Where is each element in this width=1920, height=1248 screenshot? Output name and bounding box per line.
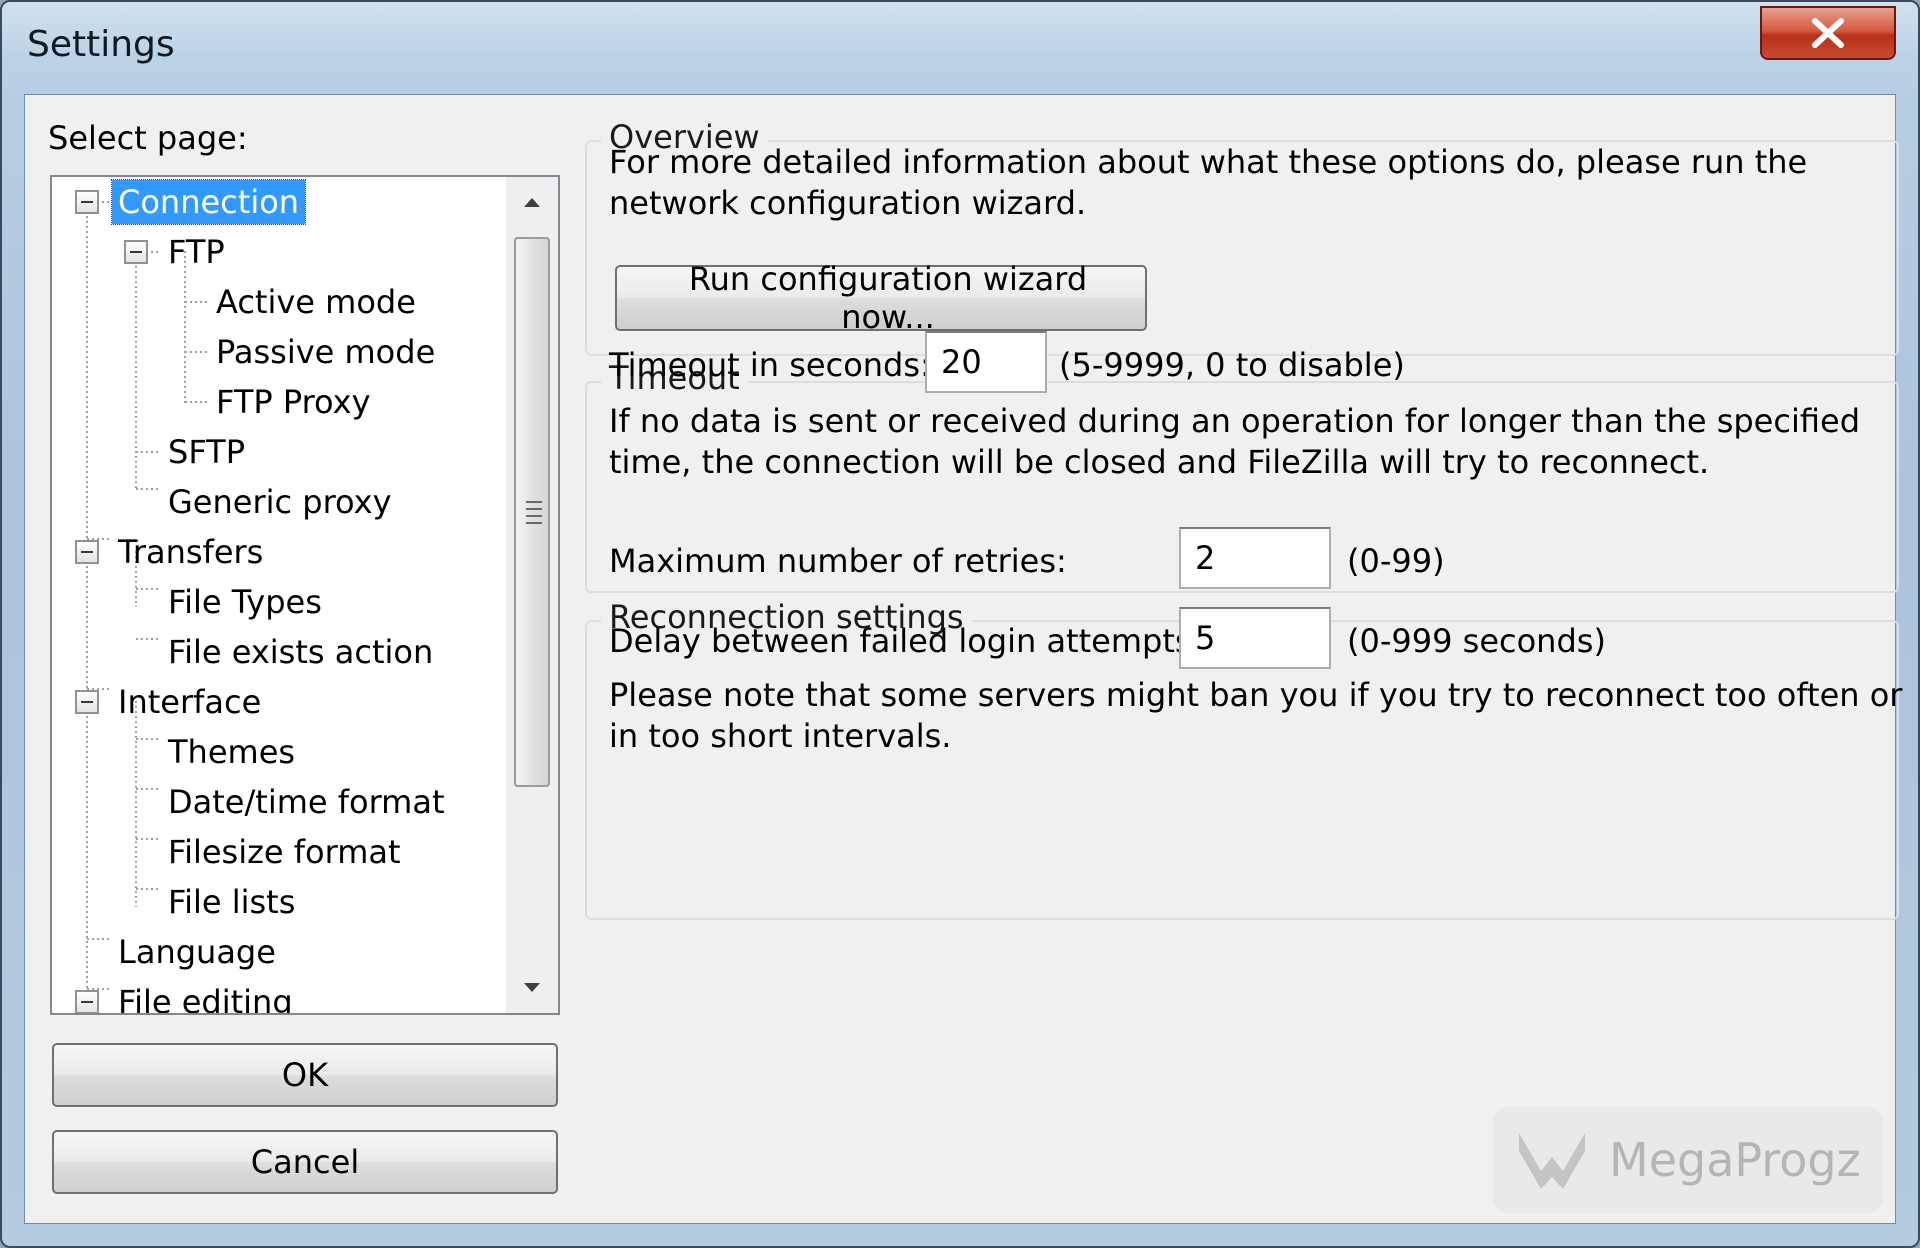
tree-item-interface[interactable]: Interface xyxy=(112,680,267,724)
collapse-icon[interactable] xyxy=(75,990,99,1013)
scroll-up-button[interactable] xyxy=(506,177,558,227)
close-icon xyxy=(1812,18,1844,48)
tree-item-themes[interactable]: Themes xyxy=(162,730,301,774)
max-retries-label: Maximum number of retries: xyxy=(609,542,1067,580)
timeout-note-line2: time, the connection will be closed and … xyxy=(609,443,1710,481)
tree-item-file-exists-action[interactable]: File exists action xyxy=(162,630,439,674)
scroll-down-button[interactable] xyxy=(506,963,558,1013)
overview-description-line2: network configuration wizard. xyxy=(609,184,1087,222)
scroll-up-arrow-icon xyxy=(524,198,540,207)
ok-button[interactable]: OK xyxy=(52,1043,558,1107)
tree-scrollbar[interactable] xyxy=(506,177,558,1013)
collapse-icon[interactable] xyxy=(75,190,99,214)
close-button[interactable] xyxy=(1760,6,1896,60)
tree-item-passive-mode[interactable]: Passive mode xyxy=(210,330,441,374)
title-bar[interactable]: Settings xyxy=(2,2,1918,94)
select-page-label: Select page: xyxy=(48,119,248,157)
collapse-icon[interactable] xyxy=(75,690,99,714)
max-retries-input[interactable] xyxy=(1179,527,1331,589)
login-delay-label: Delay between failed login attempts: xyxy=(609,622,1203,660)
tree-item-date-time-format[interactable]: Date/time format xyxy=(162,780,451,824)
tree-item-filesize-format[interactable]: Filesize format xyxy=(162,830,407,874)
watermark-text: MegaProgz xyxy=(1609,1133,1861,1187)
login-delay-input[interactable] xyxy=(1179,607,1331,669)
cancel-button[interactable]: Cancel xyxy=(52,1130,558,1194)
login-delay-range-hint: (0-999 seconds) xyxy=(1347,622,1606,660)
scroll-down-arrow-icon xyxy=(524,983,540,992)
timeout-range-hint: (5-9999, 0 to disable) xyxy=(1059,346,1405,384)
tree-item-language[interactable]: Language xyxy=(112,930,282,974)
watermark: MegaProgz xyxy=(1493,1107,1883,1213)
settings-page-tree[interactable]: Connection FTP Active mode Passive mode FTP … xyxy=(50,175,560,1015)
timeout-note-line1: If no data is sent or received during an… xyxy=(609,402,1860,440)
tree-item-ftp[interactable]: FTP xyxy=(162,230,231,274)
reconnection-note-line1: Please note that some servers might ban … xyxy=(609,676,1903,714)
timeout-seconds-label: Timeout in seconds: xyxy=(609,346,931,384)
tree-item-active-mode[interactable]: Active mode xyxy=(210,280,422,324)
settings-dialog: Settings Select page: Connection FTP Act… xyxy=(0,0,1920,1248)
tree-item-file-types[interactable]: File Types xyxy=(162,580,328,624)
tree-item-file-lists[interactable]: File lists xyxy=(162,880,301,924)
timeout-seconds-input[interactable] xyxy=(925,331,1047,393)
tree-item-connection[interactable]: Connection xyxy=(110,179,307,225)
run-wizard-button[interactable]: Run configuration wizard now... xyxy=(615,260,1147,336)
dialog-client-area: Select page: Connection FTP Active mode … xyxy=(24,94,1902,1224)
window-title: Settings xyxy=(27,24,175,65)
collapse-icon[interactable] xyxy=(124,240,148,264)
overview-description-line1: For more detailed information about what… xyxy=(609,143,1808,181)
collapse-icon[interactable] xyxy=(75,540,99,564)
tree-item-generic-proxy[interactable]: Generic proxy xyxy=(162,480,398,524)
reconnection-note-line2: in too short intervals. xyxy=(609,717,952,755)
tree-item-file-editing[interactable]: File editing xyxy=(112,980,299,1013)
scroll-grip-icon xyxy=(526,501,542,529)
megaprogz-logo-icon xyxy=(1519,1133,1585,1189)
tree-item-sftp[interactable]: SFTP xyxy=(162,430,251,474)
tree-item-ftp-proxy[interactable]: FTP Proxy xyxy=(210,380,377,424)
tree-item-transfers[interactable]: Transfers xyxy=(112,530,269,574)
max-retries-range-hint: (0-99) xyxy=(1347,542,1445,580)
scroll-thumb[interactable] xyxy=(514,237,550,787)
